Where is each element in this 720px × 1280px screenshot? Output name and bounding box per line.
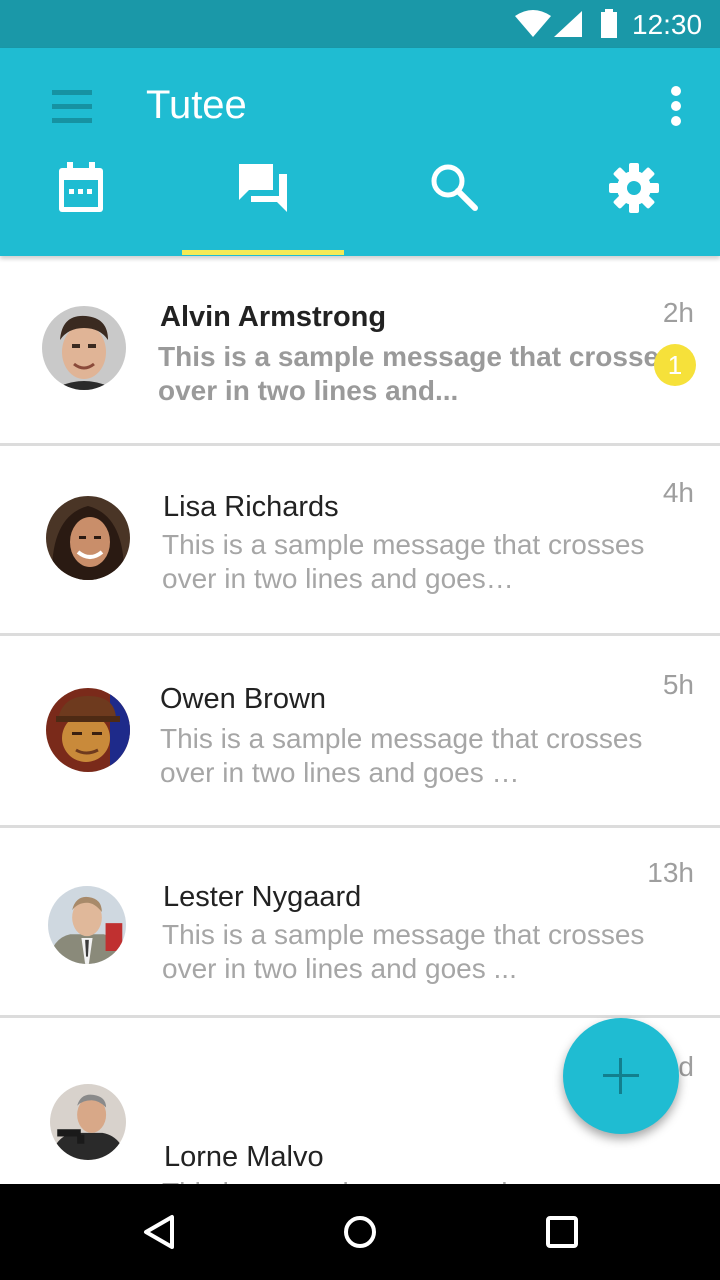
- back-icon: [144, 1215, 174, 1249]
- menu-icon-bar: [52, 118, 92, 123]
- menu-icon: [52, 90, 92, 95]
- app-title: Tutee: [146, 83, 247, 127]
- system-nav-bar: [0, 1184, 720, 1280]
- message-preview: This is a sample message that crosses ov…: [160, 723, 643, 788]
- overflow-menu-button[interactable]: [656, 78, 696, 134]
- back-button[interactable]: [120, 1200, 200, 1264]
- calendar-icon: [59, 162, 103, 212]
- timestamp: 5h: [662, 669, 694, 700]
- new-message-button[interactable]: [563, 1018, 679, 1134]
- contact-name: Alvin Armstrong: [160, 301, 387, 333]
- selected-tab-indicator: [182, 250, 344, 255]
- timestamp: 2h: [662, 297, 694, 328]
- avatar: [46, 688, 130, 772]
- message-preview: This is a sample message that crosses ov…: [162, 529, 645, 594]
- menu-button[interactable]: [40, 78, 104, 134]
- message-preview: This is a sample message that crosses ov…: [162, 1176, 682, 1184]
- plus-icon-stroke: [619, 1058, 622, 1094]
- contact-name: Lorne Malvo: [164, 1141, 324, 1173]
- unread-badge: 1: [654, 344, 696, 386]
- tab-messages[interactable]: [182, 148, 344, 256]
- avatar: [46, 496, 130, 580]
- contact-name: Owen Brown: [160, 683, 327, 715]
- timestamp: 13h: [647, 857, 694, 888]
- tab-settings[interactable]: [553, 148, 715, 256]
- avatar: [50, 1084, 126, 1160]
- timestamp: 4h: [662, 477, 694, 508]
- contact-name: Lester Nygaard: [163, 881, 362, 913]
- home-button[interactable]: [320, 1200, 400, 1264]
- chat-icon: [239, 164, 287, 212]
- status-bar: 12:30: [0, 0, 720, 48]
- tab-calendar[interactable]: [0, 148, 162, 256]
- message-preview: This is a sample message that crosses ov…: [162, 919, 645, 984]
- menu-icon-bar: [52, 104, 92, 109]
- contact-name: Lisa Richards: [163, 491, 339, 523]
- home-icon: [344, 1216, 376, 1248]
- avatar: [42, 306, 126, 390]
- avatar: [48, 886, 126, 964]
- wifi-icon: [515, 10, 551, 37]
- app-bar: Tutee: [0, 48, 720, 256]
- tab-search[interactable]: [373, 148, 535, 256]
- battery-icon: [601, 9, 617, 38]
- conversation-row[interactable]: Owen Brown This is a sample message that…: [0, 638, 720, 828]
- recents-icon: [546, 1216, 578, 1248]
- search-icon: [431, 164, 478, 211]
- conversation-row[interactable]: Alvin Armstrong This is a sample message…: [0, 256, 720, 446]
- recents-button[interactable]: [522, 1200, 602, 1264]
- settings-icon: [609, 163, 659, 213]
- more-vert-dot: [671, 101, 681, 111]
- conversation-row[interactable]: Lester Nygaard This is a sample message …: [0, 828, 720, 1018]
- conversation-row[interactable]: Lisa Richards This is a sample message t…: [0, 446, 720, 636]
- more-vert-dot: [671, 116, 681, 126]
- signal-icon: [554, 11, 582, 37]
- more-vert-icon: [671, 86, 681, 96]
- clock: 12:30: [632, 9, 703, 40]
- message-preview: This is a sample message that crosses ov…: [158, 341, 675, 406]
